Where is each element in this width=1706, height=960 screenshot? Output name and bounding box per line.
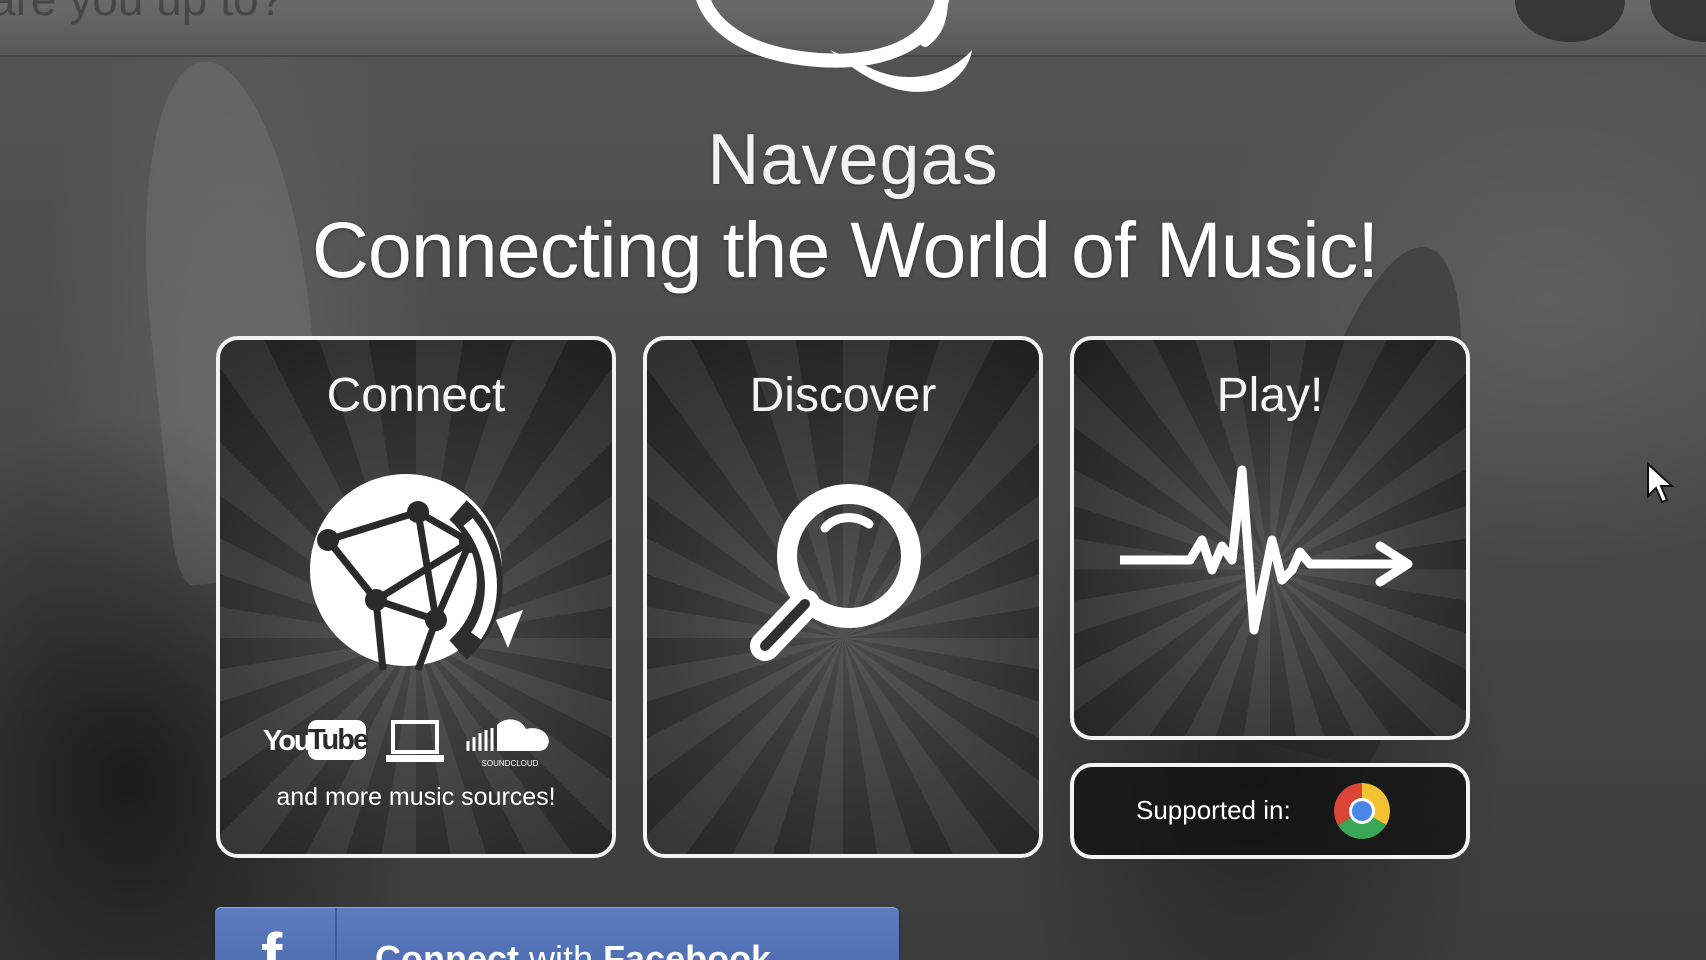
heartbeat-arrow-icon <box>1120 465 1413 635</box>
card-title-discover: Discover <box>749 369 937 422</box>
navegas-logo-icon <box>696 0 972 92</box>
facebook-connect-button[interactable]: f Connect with Facebook <box>215 907 899 960</box>
laptop-icon <box>386 720 444 762</box>
card-title-connect: Connect <box>326 369 506 422</box>
sources-caption: and more music sources! <box>276 783 556 811</box>
card-title-play: Play! <box>1216 369 1324 422</box>
page-tagline: Connecting the World of Music! <box>311 205 1379 294</box>
youtube-logo: You Tube <box>220 715 380 765</box>
music-sources-row: You Tube SOUNDCLOUD <box>220 715 612 775</box>
youtube-logo-tube: Tube <box>308 720 369 760</box>
facebook-label-facebook: Facebook <box>603 938 772 960</box>
header-avatar-circle[interactable] <box>1650 0 1706 42</box>
facebook-icon: f <box>261 920 283 960</box>
facebook-icon-box: f <box>215 908 337 960</box>
facebook-label-with: with <box>519 938 604 960</box>
supported-browsers-panel: Supported in: <box>1070 763 1470 859</box>
soundcloud-logo: SOUNDCLOUD <box>466 719 549 768</box>
play-card[interactable]: Play! <box>1070 336 1470 740</box>
chrome-icon <box>1334 783 1390 839</box>
globe-network-icon <box>310 474 523 672</box>
discover-card[interactable]: Discover <box>643 336 1043 858</box>
mouse-cursor-icon <box>1647 462 1675 504</box>
header-faded-text: are you up to? <box>0 0 284 26</box>
soundcloud-label: SOUNDCLOUD <box>482 759 539 768</box>
youtube-logo-you: You <box>263 725 312 757</box>
facebook-label-connect: Connect <box>375 938 519 960</box>
supported-label: Supported in: <box>1136 795 1291 825</box>
header-avatar-circle[interactable] <box>1515 0 1625 42</box>
facebook-button-label: Connect with Facebook <box>375 938 771 960</box>
magnifier-icon <box>750 484 921 661</box>
brand-name: Navegas <box>707 120 999 200</box>
connect-card[interactable]: Connect You Tube SOUNDCLOUD and more mus… <box>216 336 616 858</box>
